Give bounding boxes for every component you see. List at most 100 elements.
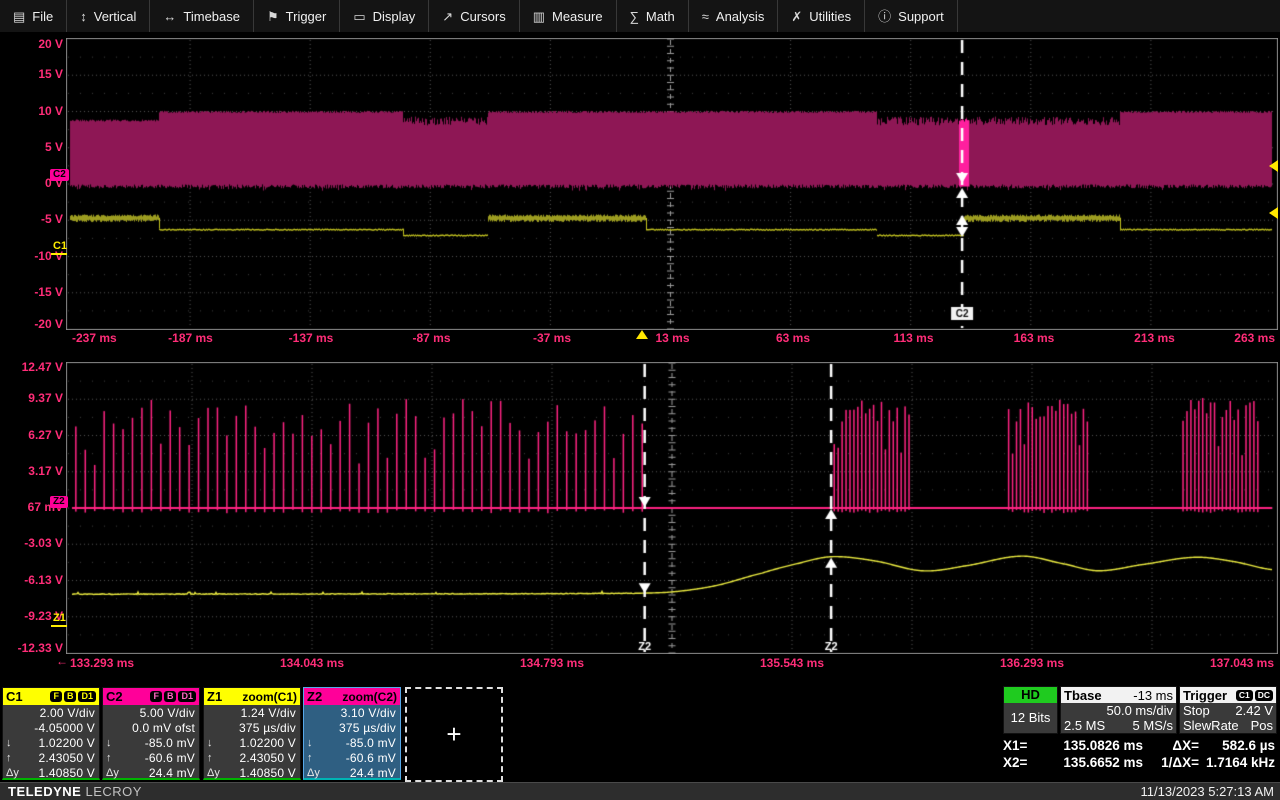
descriptor-row-value: 0.0 mV ofst <box>103 720 199 735</box>
menu-item-analysis[interactable]: ≈ Analysis <box>689 0 779 32</box>
menu-item-measure[interactable]: ▥Measure <box>520 0 617 32</box>
menu-item-trigger[interactable]: ⚑Trigger <box>254 0 340 32</box>
menu-item-label: Vertical <box>94 9 137 24</box>
x-tick-label: 13 ms <box>655 331 689 345</box>
descriptor-row-value: ↑2.43050 V <box>3 750 99 765</box>
hd-mode-header: HD <box>1004 687 1057 703</box>
y-tick-label: 10 V <box>38 104 63 118</box>
descriptor-row-value: 3.10 V/div <box>304 705 400 720</box>
menu-item-vertical[interactable]: ↕Vertical <box>67 0 150 32</box>
value-text: 2.00 V/div <box>24 706 95 720</box>
menu-item-file[interactable]: ▤ File <box>0 0 67 32</box>
descriptor-row-value: 5.00 V/div <box>103 705 199 720</box>
descriptor-c2[interactable]: C2FBD15.00 V/div0.0 mV ofst↓-85.0 mV↑-60… <box>102 687 200 780</box>
cursor-readout: X1= 135.0826 ms ΔX= 582.6 µs X2= 135.665… <box>1003 737 1279 771</box>
x-tick-label: -137 ms <box>289 331 334 345</box>
y-tick-label: -3.03 V <box>24 536 63 550</box>
descriptor-row-value: 375 µs/div <box>304 720 400 735</box>
menu-item-utilities[interactable]: ✗Utilities <box>778 0 865 32</box>
trigger-box[interactable]: Trigger C1 DC Stop 2.42 V SlewRate Pos <box>1179 686 1277 734</box>
trigger-time-marker[interactable] <box>636 330 648 339</box>
descriptor-row-value: ↑2.43050 V <box>204 750 300 765</box>
menu-item-timebase[interactable]: ↔Timebase <box>150 0 254 32</box>
descriptor-c2-header: C2FBD1 <box>103 688 199 705</box>
descriptor-subtitle: zoom(C2) <box>342 690 397 704</box>
x-tick-label: 113 ms <box>893 331 933 345</box>
add-trace-button[interactable]: + <box>405 687 503 782</box>
menu-item-label: File <box>32 9 53 24</box>
menu-item-display[interactable]: ▭Display <box>340 0 429 32</box>
analysis-wave-icon: ≈ <box>702 10 709 23</box>
value-text: 1.40850 V <box>225 766 296 780</box>
status-bar: TELEDYNE LECROY 11/13/2023 5:27:13 AM <box>0 782 1280 800</box>
badge-d1: D1 <box>78 691 96 702</box>
datetime: 11/13/2023 5:27:13 AM <box>1141 784 1280 799</box>
badge-f: F <box>50 691 62 702</box>
y-tick-label: 3.17 V <box>28 464 63 478</box>
descriptor-row-value: Δy24.4 mV <box>304 765 400 780</box>
menu-item-label: Trigger <box>286 9 327 24</box>
y-tick-label: 0 V <box>45 176 63 190</box>
menu-item-cursors[interactable]: ↗Cursors <box>429 0 519 32</box>
value-text: 1.24 V/div <box>225 706 296 720</box>
x-tick-label: 263 ms <box>1234 331 1275 345</box>
cursor-glyph: ↓ <box>6 737 24 749</box>
descriptor-row-value: Δy1.40850 V <box>3 765 99 780</box>
dx-label: ΔX= <box>1143 738 1199 753</box>
value-text: -4.05000 V <box>24 721 95 735</box>
trigger-coupling-badge: DC <box>1255 690 1273 701</box>
timebase-box[interactable]: Tbase -13 ms 50.0 ms/div 2.5 MS 5 MS/s <box>1060 686 1177 734</box>
cursor-glyph: Δy <box>6 767 24 779</box>
menu-item-label: Utilities <box>809 9 851 24</box>
x-tick-label: -37 ms <box>533 331 571 345</box>
descriptor-title: C1 <box>6 689 23 704</box>
file-icon: ▤ <box>13 10 25 23</box>
value-text: 24.4 mV <box>325 766 396 780</box>
descriptor-c1[interactable]: C1FBD12.00 V/div-4.05000 V↓1.02200 V↑2.4… <box>2 687 100 780</box>
value-text: 375 µs/div <box>225 721 296 735</box>
trace-chip-z1[interactable]: Z1 <box>53 613 66 624</box>
cursor-glyph: ↑ <box>6 752 24 764</box>
value-text: 24.4 mV <box>124 766 195 780</box>
y-tick-label: -9.23 V <box>24 609 63 623</box>
cursor-glyph: ↓ <box>106 737 124 749</box>
descriptor-badges: FBD1 <box>50 691 96 702</box>
hd-mode-box[interactable]: HD 12 Bits <box>1003 686 1058 734</box>
menu-item-support[interactable]: ⓘ Support <box>865 0 958 32</box>
value-text: 1.02200 V <box>225 736 296 750</box>
descriptor-z1[interactable]: Z1zoom(C1)1.24 V/div375 µs/div↓1.02200 V… <box>203 687 301 780</box>
menu-item-label: Support <box>898 9 944 24</box>
menu-item-label: Display <box>373 9 416 24</box>
menu-item-math[interactable]: ∑Math <box>617 0 689 32</box>
badge-d1: D1 <box>178 691 196 702</box>
trace-chip-c1[interactable]: C1 <box>53 241 67 252</box>
cursor-glyph: ↑ <box>106 752 124 764</box>
x-tick-label: 63 ms <box>776 331 810 345</box>
menubar: ▤ File ↕Vertical↔Timebase⚑Trigger▭Display↗… <box>0 0 1280 33</box>
main-grid-canvas[interactable] <box>66 38 1278 330</box>
timebase-scale: 50.0 ms/div <box>1107 703 1173 718</box>
brand-lecroy: LECROY <box>85 784 141 799</box>
value-text: 1.40850 V <box>24 766 95 780</box>
descriptor-row-value: 2.00 V/div <box>3 705 99 720</box>
info-icon: ⓘ <box>878 10 891 23</box>
x-tick-label: -87 ms <box>412 331 450 345</box>
menu-item-label: Analysis <box>716 9 764 24</box>
descriptor-c1-header: C1 FBD1 <box>3 688 99 705</box>
zoom-grid-canvas[interactable] <box>66 362 1278 654</box>
value-text: 2.43050 V <box>225 751 296 765</box>
trigger-level: 2.42 V <box>1235 703 1273 718</box>
timebase-rate: 5 MS/s <box>1133 718 1173 733</box>
trigger-source-badge: C1 <box>1236 690 1253 701</box>
badge-b: B <box>164 691 177 702</box>
pan-left-icon[interactable]: ← <box>56 655 68 667</box>
descriptor-title: C2 <box>106 689 123 704</box>
cursor-glyph: Δy <box>106 767 124 779</box>
descriptor-z2[interactable]: Z2zoom(C2)3.10 V/div375 µs/div↓-85.0 mV↑… <box>303 687 401 780</box>
descriptor-row-value: Δy1.40850 V <box>204 765 300 780</box>
horizontal-arrows-icon: ↔ <box>163 10 176 23</box>
y-tick-label: -15 V <box>34 285 63 299</box>
y-tick-label: 67 mV <box>28 500 63 514</box>
trace-chip-z1-bar <box>51 625 67 627</box>
y-tick-label: 5 V <box>45 140 63 154</box>
